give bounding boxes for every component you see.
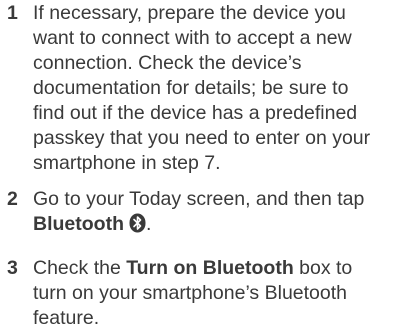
step-number: 3 <box>7 257 18 279</box>
period: . <box>145 213 152 235</box>
step-text: Check the Turn on Bluetooth box to turn … <box>33 256 405 331</box>
step-line: turn on your smartphone’s Bluetooth <box>33 282 347 304</box>
step-text: Go to your Today screen, and then tap Bl… <box>33 187 405 237</box>
step-line: want to connect with to accept a new <box>33 27 352 49</box>
step-prefix: Check the <box>33 257 127 279</box>
step-line: passkey that you need to enter on your <box>33 127 371 149</box>
step-line: smartphone in step 7. <box>33 152 221 174</box>
step-number: 2 <box>7 188 18 210</box>
step-suffix: box to <box>293 257 353 279</box>
step-line: documentation for details; be sure to <box>33 77 349 99</box>
step-line: connection. Check the device’s <box>33 52 302 74</box>
step-number: 1 <box>7 2 18 24</box>
step-line: feature. <box>33 307 100 329</box>
step-text: If necessary, prepare the device you wan… <box>33 1 405 176</box>
step-line: Bluetooth. <box>33 212 405 237</box>
step-line: Go to your Today screen, and then tap <box>33 188 365 210</box>
bluetooth-label: Bluetooth <box>33 213 124 235</box>
step-line: If necessary, prepare the device you <box>33 2 346 24</box>
step-line: find out if the device has a predefined <box>33 102 358 124</box>
bluetooth-icon <box>129 213 146 233</box>
turn-on-bluetooth-label: Turn on Bluetooth <box>126 257 294 279</box>
step-line: Check the Turn on Bluetooth box to <box>33 256 405 281</box>
